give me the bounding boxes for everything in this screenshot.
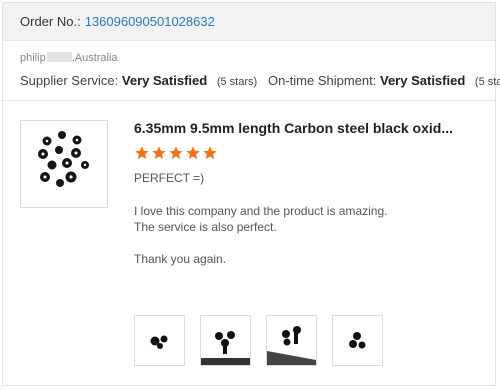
supplier-service-stars: (5 stars) [216, 76, 258, 88]
order-label: Order No.: [20, 14, 81, 29]
star-icon [203, 146, 217, 159]
review-line-2: The service is also perfect. [134, 220, 277, 234]
product-image [38, 131, 89, 187]
buyer-info: philip ,Australia [20, 52, 118, 64]
star-icon [186, 146, 200, 159]
review-photos [134, 315, 383, 366]
review-photo-2[interactable] [200, 315, 251, 366]
review-photo-4[interactable] [332, 315, 383, 366]
review-photo-1[interactable] [134, 315, 185, 366]
buyer-country: Australia [74, 52, 118, 64]
product-title-link[interactable]: 6.35mm 9.5mm length Carbon steel black o… [134, 120, 464, 136]
supplier-service-label: Supplier Service: [20, 73, 119, 88]
order-number-link[interactable]: 136096090501028632 [85, 14, 215, 29]
product-thumbnail[interactable] [20, 120, 108, 208]
photo-4-image [349, 332, 366, 349]
shipment-rating: On-time Shipment: Very Satisfied (5 star… [268, 73, 500, 88]
order-header: Order No.: 136096090501028632 [3, 3, 495, 41]
star-icon [135, 146, 149, 159]
review-line-3: Thank you again. [134, 252, 227, 266]
shipment-stars: (5 stars) [474, 76, 500, 88]
feedback-card: Order No.: 136096090501028632 philip ,Aus… [2, 2, 500, 386]
supplier-service-value: Very Satisfied [121, 73, 208, 88]
photo-2-image [201, 331, 250, 365]
review-line-1: I love this company and the product is a… [134, 204, 388, 218]
masked-name [46, 52, 72, 62]
photo-1-image [150, 335, 168, 349]
divider [3, 100, 495, 101]
product-star-rating [134, 145, 218, 161]
star-icon [169, 146, 183, 159]
shipment-label: On-time Shipment: [268, 73, 377, 88]
photo-3-image [267, 326, 316, 365]
review-photo-3[interactable] [266, 315, 317, 366]
supplier-service-rating: Supplier Service: Very Satisfied (5 star… [20, 73, 257, 88]
review-summary: PERFECT =) [134, 171, 205, 185]
star-icon [152, 146, 166, 159]
shipment-value: Very Satisfied [380, 73, 466, 88]
buyer-name: philip [20, 52, 46, 64]
